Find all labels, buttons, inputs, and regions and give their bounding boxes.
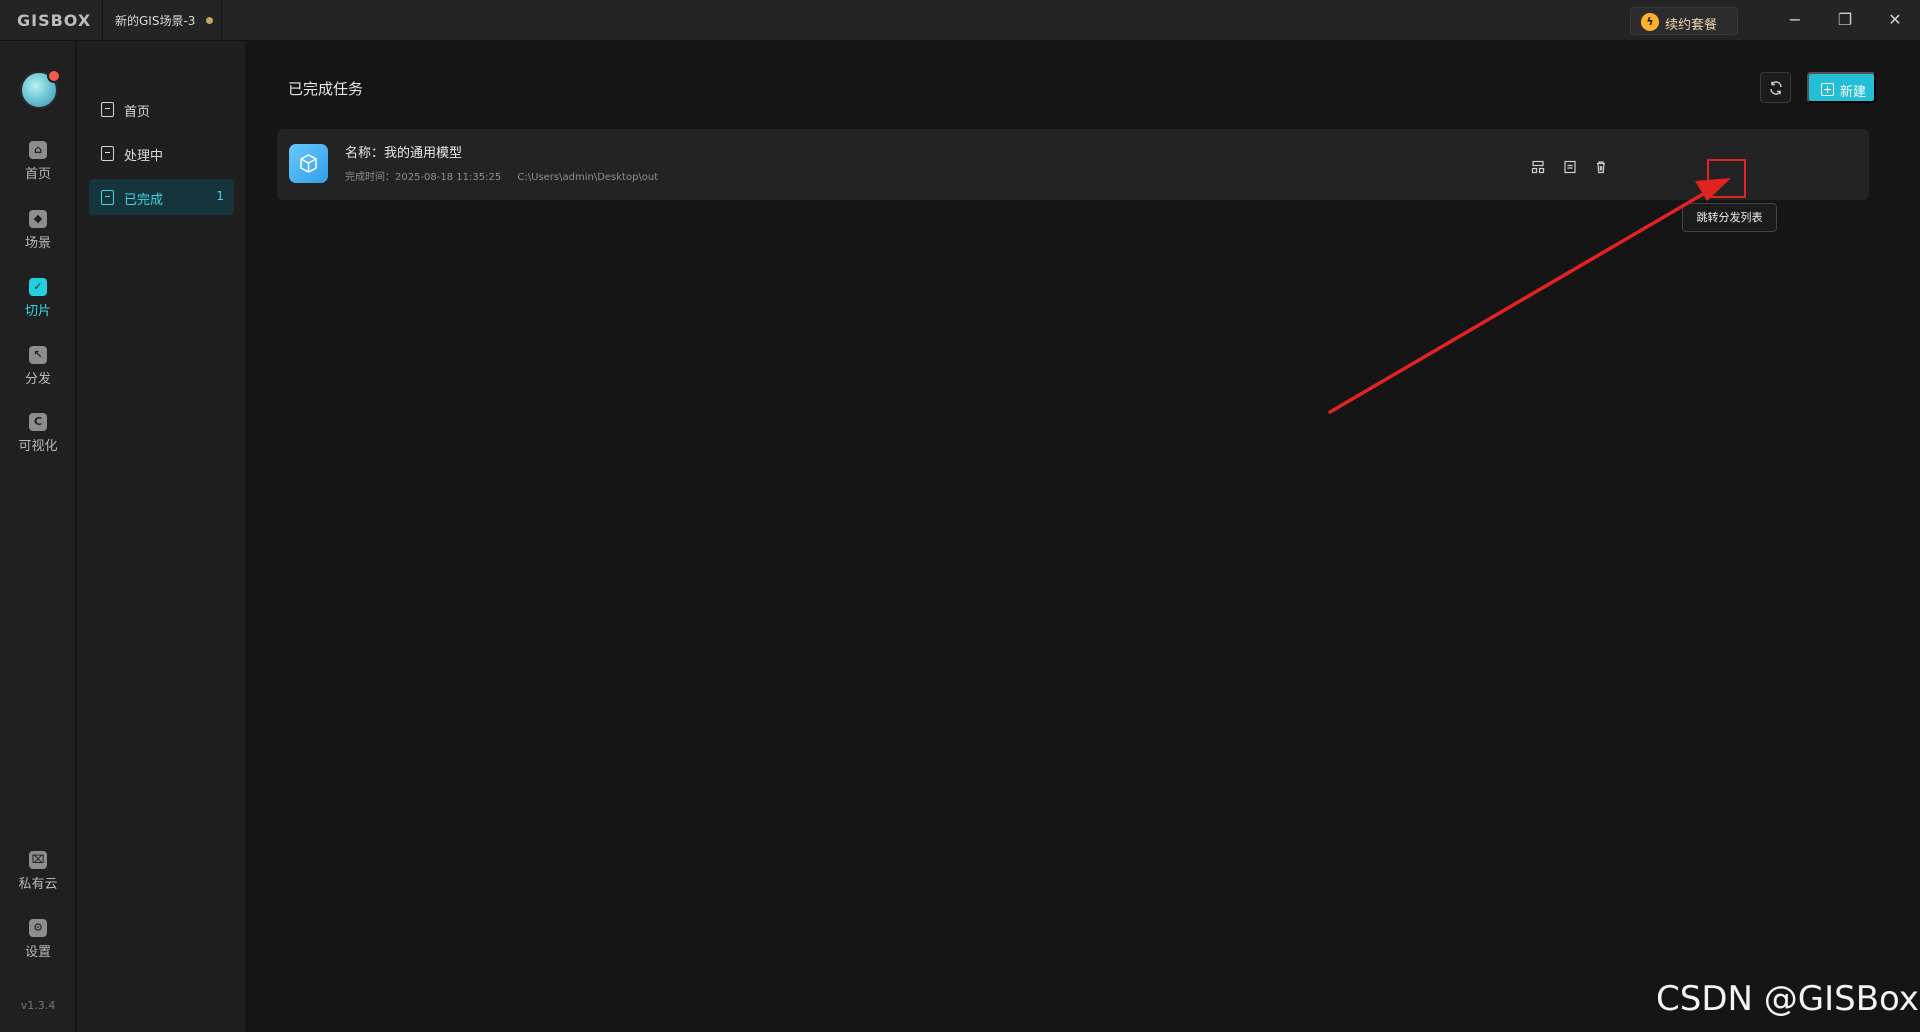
submenu-item-completed[interactable]: 已完成 1	[89, 179, 234, 215]
restore-button[interactable]: ❐	[1820, 0, 1870, 41]
secondary-sidebar: 首页 处理中 已完成 1	[77, 41, 246, 1032]
renew-plan-button[interactable]: ϟ 续约套餐	[1630, 7, 1738, 35]
scene-tab[interactable]: 新的GIS场景-3	[102, 0, 222, 41]
unsaved-indicator	[206, 17, 213, 24]
rail-item-label: 私有云	[18, 877, 58, 892]
refresh-icon	[1770, 81, 1782, 95]
lock-icon: ⌧	[29, 851, 47, 869]
submenu-item-home[interactable]: 首页	[89, 91, 234, 127]
add-icon	[1821, 83, 1834, 96]
rail-item-scene[interactable]: ◆ 场景	[0, 210, 76, 266]
avatar[interactable]	[20, 69, 61, 109]
distribute-icon: ↖	[29, 346, 47, 364]
rail-item-private-cloud[interactable]: ⌧ 私有云	[0, 851, 76, 907]
lightning-icon: ϟ	[1641, 13, 1659, 31]
rail-item-label: 切片	[24, 304, 51, 319]
page-title: 已完成任务	[288, 80, 364, 98]
output-path: C:\Users\admin\Desktop\out	[517, 172, 659, 183]
completed-count: 1	[216, 189, 224, 203]
cube-icon: ◆	[29, 210, 47, 228]
task-card: 名称：我的通用模型 完成时间：2025-08-18 11:35:25 C:\Us…	[277, 129, 1869, 200]
rail-item-label: 场景	[24, 236, 51, 251]
submenu-item-label: 处理中	[124, 149, 164, 164]
tooltip: 跳转分发列表	[1682, 203, 1777, 232]
scene-tab-label: 新的GIS场景-3	[115, 14, 196, 28]
document-icon	[101, 102, 114, 117]
new-task-button[interactable]: 新建	[1807, 72, 1876, 103]
submenu-item-label: 首页	[124, 105, 151, 120]
visualization-icon: C	[29, 413, 47, 431]
model-icon	[289, 144, 328, 183]
slice-icon: ✓	[29, 278, 47, 296]
app-logo: GISBOX	[17, 11, 92, 30]
rail-item-home[interactable]: ⌂ 首页	[0, 141, 76, 197]
rail-item-slice[interactable]: ✓ 切片	[0, 278, 76, 334]
document-check-icon	[101, 190, 114, 205]
file-icon	[1564, 160, 1576, 174]
close-button[interactable]: ✕	[1870, 0, 1920, 41]
notification-badge	[47, 69, 61, 83]
rail-item-visualization[interactable]: C 可视化	[0, 413, 76, 469]
title-bar: GISBOX 新的GIS场景-3 ϟ 续约套餐 − ❐ ✕	[0, 0, 1920, 41]
trash-icon	[1597, 161, 1605, 174]
renew-plan-label: 续约套餐	[1665, 18, 1718, 33]
rail-item-settings[interactable]: ⚙ 设置	[0, 919, 76, 975]
document-icon	[101, 146, 114, 161]
home-icon: ⌂	[29, 141, 47, 159]
main-content: 已完成任务 新建 名称：我的通用模型 完成时间：2025-08-18 11:35…	[246, 41, 1920, 1032]
rail-item-distribute[interactable]: ↖ 分发	[0, 346, 76, 402]
gear-icon: ⚙	[29, 919, 47, 937]
minimize-button[interactable]: −	[1770, 0, 1820, 41]
primary-sidebar: ⌂ 首页 ◆ 场景 ✓ 切片 ↖ 分发 C 可视化 ⌧ 私有云 ⚙ 设置 v1.…	[0, 41, 76, 1032]
delete-task-button[interactable]	[1590, 159, 1612, 181]
new-task-label: 新建	[1840, 84, 1867, 99]
jump-to-distribution-button[interactable]	[1527, 159, 1549, 181]
app-version: v1.3.4	[20, 999, 56, 1012]
watermark: CSDN @GISBox	[1656, 979, 1919, 1019]
task-meta: 完成时间：2025-08-18 11:35:25 C:\Users\admin\…	[345, 168, 671, 183]
distribution-list-icon	[1531, 160, 1545, 174]
highlight-annotation	[1707, 159, 1746, 198]
rail-item-label: 首页	[24, 167, 51, 182]
refresh-button[interactable]	[1760, 72, 1791, 103]
submenu-item-label: 已完成	[124, 193, 164, 208]
open-file-button[interactable]	[1559, 159, 1581, 181]
task-name: 名称：我的通用模型	[345, 146, 463, 161]
rail-item-label: 分发	[24, 372, 51, 387]
completion-time: 完成时间：2025-08-18 11:35:25	[345, 172, 502, 183]
rail-item-label: 设置	[24, 945, 51, 960]
submenu-item-processing[interactable]: 处理中	[89, 135, 234, 171]
rail-item-label: 可视化	[18, 439, 58, 454]
